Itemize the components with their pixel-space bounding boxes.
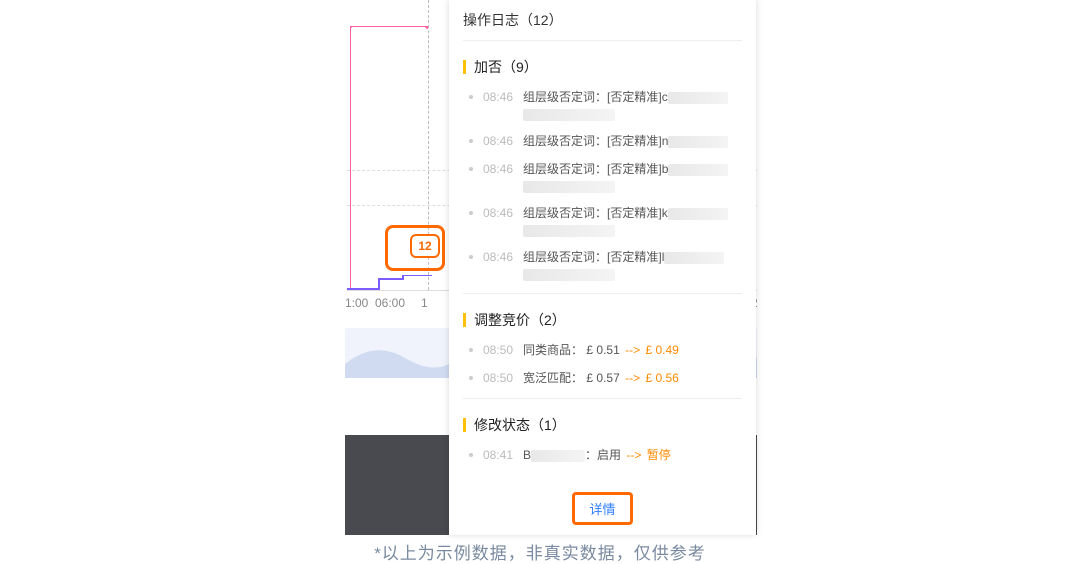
log-time: 08:46 bbox=[483, 249, 513, 265]
section-accent-bar bbox=[463, 313, 466, 327]
price-new: £ 0.49 bbox=[645, 343, 678, 357]
log-text: 组层级否定词：[否定精准]n bbox=[523, 133, 742, 149]
log-time: 08:50 bbox=[483, 370, 513, 386]
axis-tick-label: 1:00 bbox=[345, 296, 368, 310]
log-text: 组层级否定词：[否定精准]c bbox=[523, 89, 742, 121]
section-header-negate: 加否（9） bbox=[449, 41, 756, 83]
log-text: 组层级否定词：[否定精准]k bbox=[523, 205, 742, 237]
popup-title: 操作日志（12） bbox=[449, 0, 756, 36]
log-row: 08:46 组层级否定词：[否定精准]l bbox=[449, 243, 756, 287]
log-time: 08:46 bbox=[483, 89, 513, 105]
log-row: 08:50 宽泛匹配： £ 0.57 --> £ 0.56 bbox=[449, 364, 756, 392]
log-text: B：启用 --> 暂停 bbox=[523, 447, 742, 463]
log-text: 组层级否定词：[否定精准]l bbox=[523, 249, 742, 281]
log-row: 08:46 组层级否定词：[否定精准]k bbox=[449, 199, 756, 243]
log-row: 08:46 组层级否定词：[否定精准]c bbox=[449, 83, 756, 127]
log-time: 08:41 bbox=[483, 447, 513, 463]
status-new: 暂停 bbox=[647, 448, 671, 462]
log-row: 08:46 组层级否定词：[否定精准]b bbox=[449, 155, 756, 199]
log-text: 同类商品： £ 0.51 --> £ 0.49 bbox=[523, 342, 742, 358]
price-old: £ 0.57 bbox=[586, 371, 619, 385]
section-accent-bar bbox=[463, 60, 466, 74]
arrow-icon: --> bbox=[625, 371, 640, 385]
event-count-badge: 12 bbox=[410, 234, 440, 258]
popup-footer: 详情 bbox=[449, 480, 756, 535]
bullet-icon bbox=[469, 95, 473, 99]
section-header-bid: 调整竞价（2） bbox=[449, 294, 756, 336]
log-time: 08:46 bbox=[483, 161, 513, 177]
section-title: 加否（9） bbox=[474, 57, 538, 77]
event-count-value: 12 bbox=[418, 239, 431, 253]
detail-button[interactable]: 详情 bbox=[572, 492, 632, 525]
section-title: 调整竞价（2） bbox=[474, 310, 566, 330]
log-text: 组层级否定词：[否定精准]b bbox=[523, 161, 742, 193]
section-accent-bar bbox=[463, 418, 466, 432]
log-row: 08:46 组层级否定词：[否定精准]n bbox=[449, 127, 756, 155]
operation-log-popup: 操作日志（12） 加否（9） 08:46 组层级否定词：[否定精准]c 08:4… bbox=[449, 0, 756, 535]
log-row: 08:41 B：启用 --> 暂停 bbox=[449, 441, 756, 469]
bullet-icon bbox=[469, 139, 473, 143]
log-row: 08:50 同类商品： £ 0.51 --> £ 0.49 bbox=[449, 336, 756, 364]
log-text: 宽泛匹配： £ 0.57 --> £ 0.56 bbox=[523, 370, 742, 386]
bullet-icon bbox=[469, 376, 473, 380]
section-header-status: 修改状态（1） bbox=[449, 399, 756, 441]
bullet-icon bbox=[469, 453, 473, 457]
price-old: £ 0.51 bbox=[586, 343, 619, 357]
chart-event-badge[interactable]: 12 bbox=[385, 225, 445, 271]
bullet-icon bbox=[469, 348, 473, 352]
price-new: £ 0.56 bbox=[645, 371, 678, 385]
arrow-icon: --> bbox=[626, 448, 641, 462]
disclaimer-text: *以上为示例数据，非真实数据，仅供参考 bbox=[0, 539, 1080, 564]
section-title: 修改状态（1） bbox=[474, 415, 566, 435]
bullet-icon bbox=[469, 167, 473, 171]
log-time: 08:46 bbox=[483, 205, 513, 221]
bullet-icon bbox=[469, 255, 473, 259]
popup-body: 加否（9） 08:46 组层级否定词：[否定精准]c 08:46 组层级否定词：… bbox=[449, 41, 756, 480]
log-time: 08:50 bbox=[483, 342, 513, 358]
bullet-icon bbox=[469, 211, 473, 215]
axis-tick-label: 06:00 bbox=[375, 296, 405, 310]
arrow-icon: --> bbox=[625, 343, 640, 357]
chart-line-series-purple bbox=[347, 275, 432, 290]
log-time: 08:46 bbox=[483, 133, 513, 149]
axis-tick-label: 1 bbox=[421, 296, 428, 310]
